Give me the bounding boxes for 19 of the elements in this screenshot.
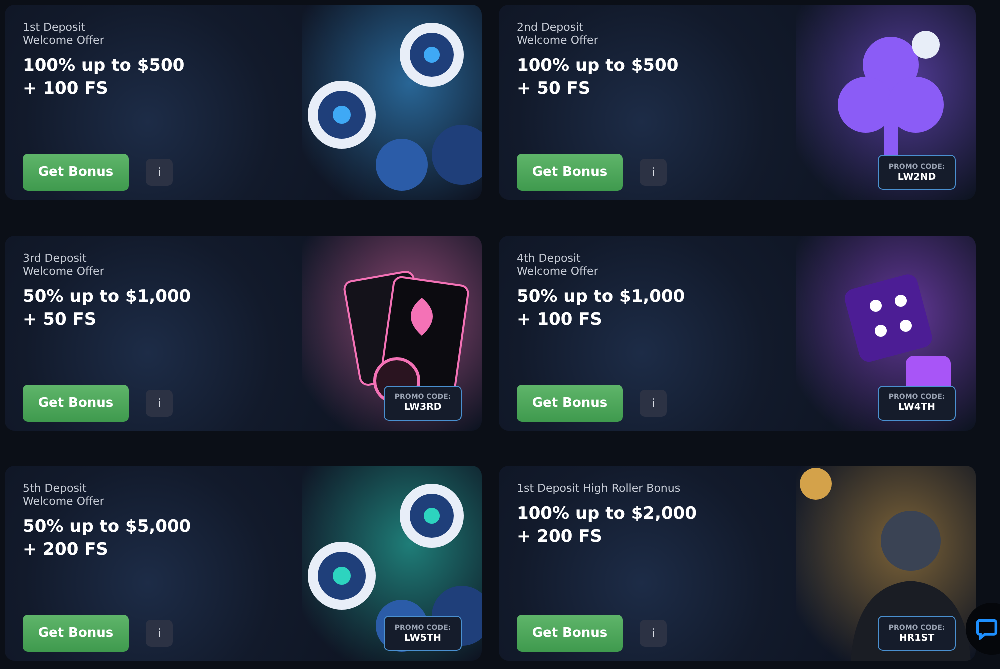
info-button[interactable]: i <box>640 620 667 648</box>
info-button[interactable]: i <box>146 620 173 648</box>
offer-subtitle: 5th Deposit Welcome Offer <box>23 482 106 508</box>
offer-headline: 100% up to $2,000 + 200 FS <box>517 503 698 550</box>
offer-headline: 50% up to $1,000 + 100 FS <box>517 286 686 332</box>
offer-subtitle: 2nd Deposit Welcome Offer <box>517 21 600 47</box>
info-button[interactable]: i <box>146 390 173 417</box>
offer-subtitle: 1st Deposit Welcome Offer <box>23 21 106 47</box>
offer-subtitle: 3rd Deposit Welcome Offer <box>23 252 106 278</box>
info-button[interactable]: i <box>640 159 667 186</box>
offer-headline: 50% up to $5,000 + 200 FS <box>23 516 192 562</box>
offer-headline: 100% up to $500 + 50 FS <box>517 55 680 101</box>
offer-subtitle: 1st Deposit High Roller Bonus <box>517 482 682 496</box>
offer-headline: 50% up to $1,000 + 50 FS <box>23 286 192 332</box>
info-button[interactable]: i <box>146 159 173 186</box>
info-button[interactable]: i <box>640 390 667 417</box>
offer-headline: 100% up to $500 + 100 FS <box>23 55 186 101</box>
offer-subtitle: 4th Deposit Welcome Offer <box>517 252 600 278</box>
chat-icon <box>976 618 998 640</box>
